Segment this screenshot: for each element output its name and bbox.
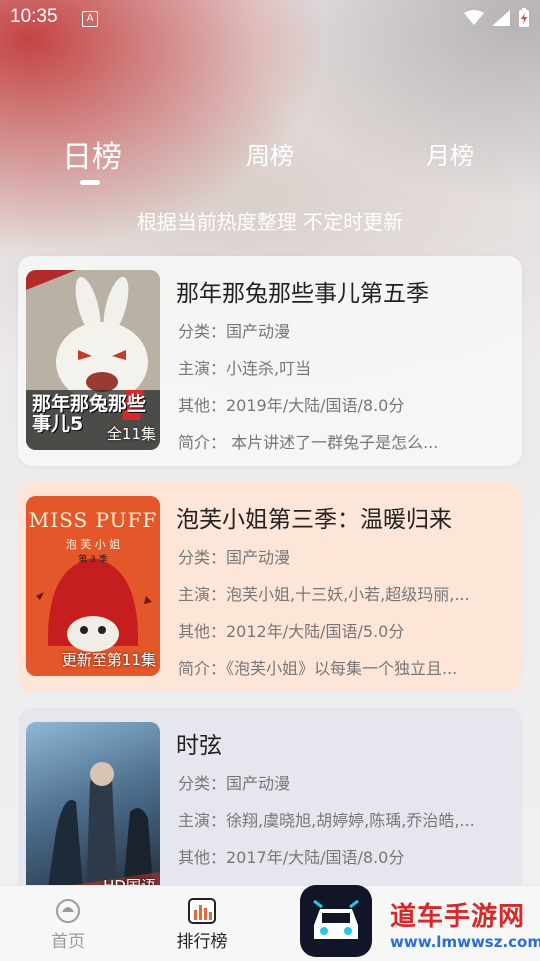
item-intro: 简介： 本片讲述了一群兔子是怎么... (178, 433, 439, 452)
status-time: 10:35 (10, 6, 58, 27)
item-title: 那年那兔那些事儿第五季 (176, 281, 429, 307)
watermark-title: 道车手游网 (390, 902, 526, 932)
nav-ranking[interactable]: 排行榜 (162, 898, 242, 952)
battery-charging-icon (519, 8, 529, 27)
episode-badge: 全11集 (106, 425, 156, 443)
nav-home-label: 首页 (51, 932, 85, 952)
active-tab-indicator (80, 180, 100, 185)
ranking-chart-icon (188, 898, 216, 924)
episode-badge: 更新至第11集 (61, 651, 156, 669)
car-icon (313, 899, 359, 939)
ranking-card[interactable]: 那年那兔那些事儿5 全11集 那年那兔那些事儿第五季 分类：国产动漫 主演：小连… (18, 256, 522, 466)
cover-image: MISS PUFF 泡 芙 小 姐 第 3 季 更新至第11集 (26, 496, 160, 676)
cover-image: HD国语 (26, 722, 160, 902)
item-other: 其他：2012年/大陆/国语/5.0分 (178, 622, 405, 641)
item-category: 分类：国产动漫 (178, 322, 291, 341)
status-icons (464, 8, 530, 28)
item-title: 时弦 (176, 733, 222, 759)
watermark-url: www.lmwwsz.com (390, 933, 540, 951)
wifi-icon (464, 10, 484, 25)
signal-icon (492, 10, 510, 26)
ranking-subtitle: 根据当前热度整理 不定时更新 (136, 210, 404, 234)
watermark-logo: 道车手游网 www.lmwwsz.com (390, 896, 540, 958)
item-other: 其他：2019年/大陆/国语/8.0分 (178, 396, 405, 415)
notification-app-icon: A (82, 11, 98, 27)
floating-app-icon[interactable] (300, 885, 372, 957)
cover-season-art: 第 3 季 (78, 555, 108, 565)
item-cast: 主演：徐翔,虞晓旭,胡婷婷,陈瑀,乔治皓,... (178, 811, 475, 830)
item-category: 分类：国产动漫 (178, 548, 291, 567)
item-title: 泡芙小姐第三季：温暖归来 (176, 507, 452, 533)
tab-weekly[interactable]: 周榜 (246, 136, 294, 171)
ranking-tabs: 日榜 周榜 月榜 (0, 130, 540, 190)
status-bar: 10:35 A (0, 0, 540, 36)
item-cast: 主演：泡芙小姐,十三妖,小若,超级玛丽,... (178, 585, 470, 604)
tab-daily[interactable]: 日榜 (62, 132, 122, 176)
cover-image: 那年那兔那些事儿5 全11集 (26, 270, 160, 450)
nav-home[interactable]: 首页 (28, 898, 108, 952)
item-other: 其他：2017年/大陆/国语/8.0分 (178, 848, 405, 867)
cover-title-art: MISS PUFF (28, 508, 158, 532)
cover-subtitle-art: 泡 芙 小 姐 (65, 538, 121, 551)
tab-monthly[interactable]: 月榜 (426, 136, 474, 171)
ranking-card[interactable]: MISS PUFF 泡 芙 小 姐 第 3 季 更新至第11集 泡芙小姐第三季：… (18, 482, 522, 692)
nav-ranking-label: 排行榜 (176, 932, 228, 952)
home-icon (56, 899, 80, 923)
item-cast: 主演：小连杀,叮当 (178, 359, 312, 378)
item-category: 分类：国产动漫 (178, 774, 291, 793)
item-intro: 简介：《泡芙小姐》以每集一个独立且... (178, 659, 458, 678)
